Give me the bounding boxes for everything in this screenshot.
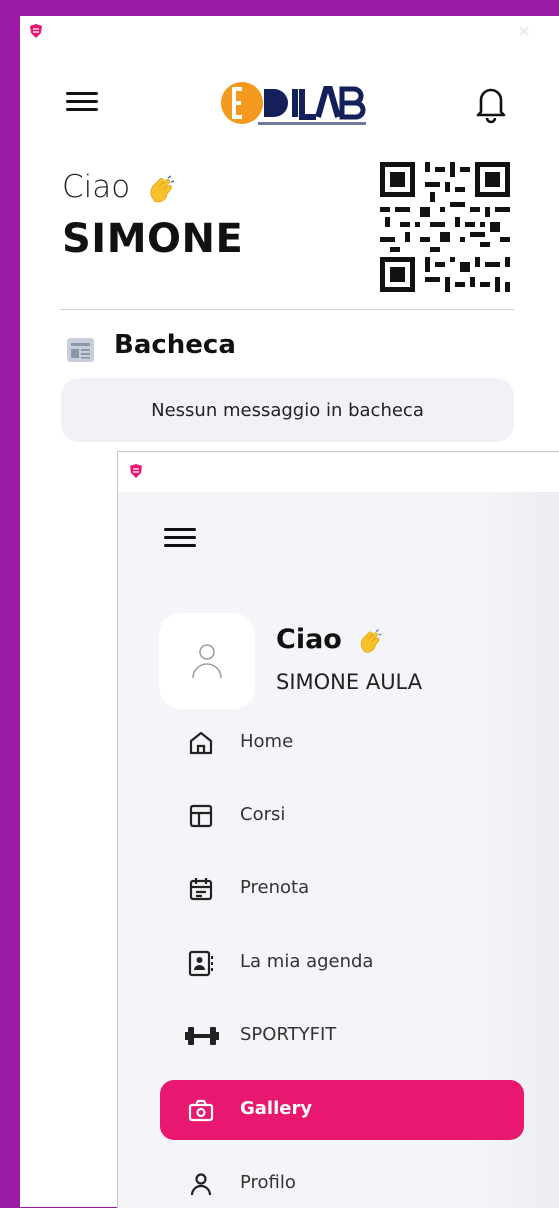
qr-code[interactable] [380,162,510,292]
bacheca-title: Bacheca [114,330,236,360]
menu-item-agenda[interactable]: La mia agenda [160,933,524,993]
calendar-icon [189,878,213,901]
close-icon[interactable]: ✕ [518,22,531,41]
menu-item-label: Profilo [240,1172,296,1193]
menu-item-label: SPORTYFIT [240,1024,337,1045]
drawer-window: Ciao SIMONE AULA Home Corsi Prenota La m… [117,451,559,1208]
menu-item-label: Corsi [240,804,286,825]
menu-item-label: Gallery [240,1098,313,1119]
camera-icon [188,1099,214,1122]
drawer-greeting: Ciao [276,624,383,655]
newspaper-icon [67,338,94,362]
waving-hand-icon [361,628,382,653]
bacheca-empty-text: Nessun messaggio in bacheca [151,399,424,421]
user-full-name: SIMONE AULA [276,670,423,694]
menu-icon[interactable] [66,92,98,114]
menu-item-corsi[interactable]: Corsi [160,786,524,846]
menu-item-label: La mia agenda [240,951,374,972]
user-first-name: SIMONE [62,216,244,262]
side-drawer: Ciao SIMONE AULA Home Corsi Prenota La m… [118,492,559,1208]
avatar[interactable] [159,613,255,709]
window-titlebar [118,452,559,492]
user-icon [190,1173,212,1196]
user-placeholder-icon [192,644,222,679]
menu-item-label: Prenota [240,877,310,898]
layout-icon [189,804,213,828]
app-shield-icon [30,24,42,38]
contact-book-icon [188,950,213,977]
menu-item-home[interactable]: Home [160,713,524,773]
bacheca-message-box: Nessun messaggio in bacheca [61,378,514,442]
menu-item-sportyfit[interactable]: SPORTYFIT [160,1006,524,1066]
menu-item-label: Home [240,731,294,752]
menu-item-gallery[interactable]: Gallery [160,1080,524,1140]
menu-item-profilo[interactable]: Profilo [160,1154,524,1208]
bell-icon[interactable] [472,82,510,124]
divider [60,309,514,310]
app-shield-icon [130,464,142,478]
waving-hand-icon [150,174,175,202]
home-icon [189,731,213,755]
dumbbell-icon [185,1027,219,1045]
menu-icon[interactable] [164,528,196,550]
edilab-logo [221,82,366,125]
menu-item-prenota[interactable]: Prenota [160,859,524,919]
greeting-text: Ciao [62,169,176,205]
